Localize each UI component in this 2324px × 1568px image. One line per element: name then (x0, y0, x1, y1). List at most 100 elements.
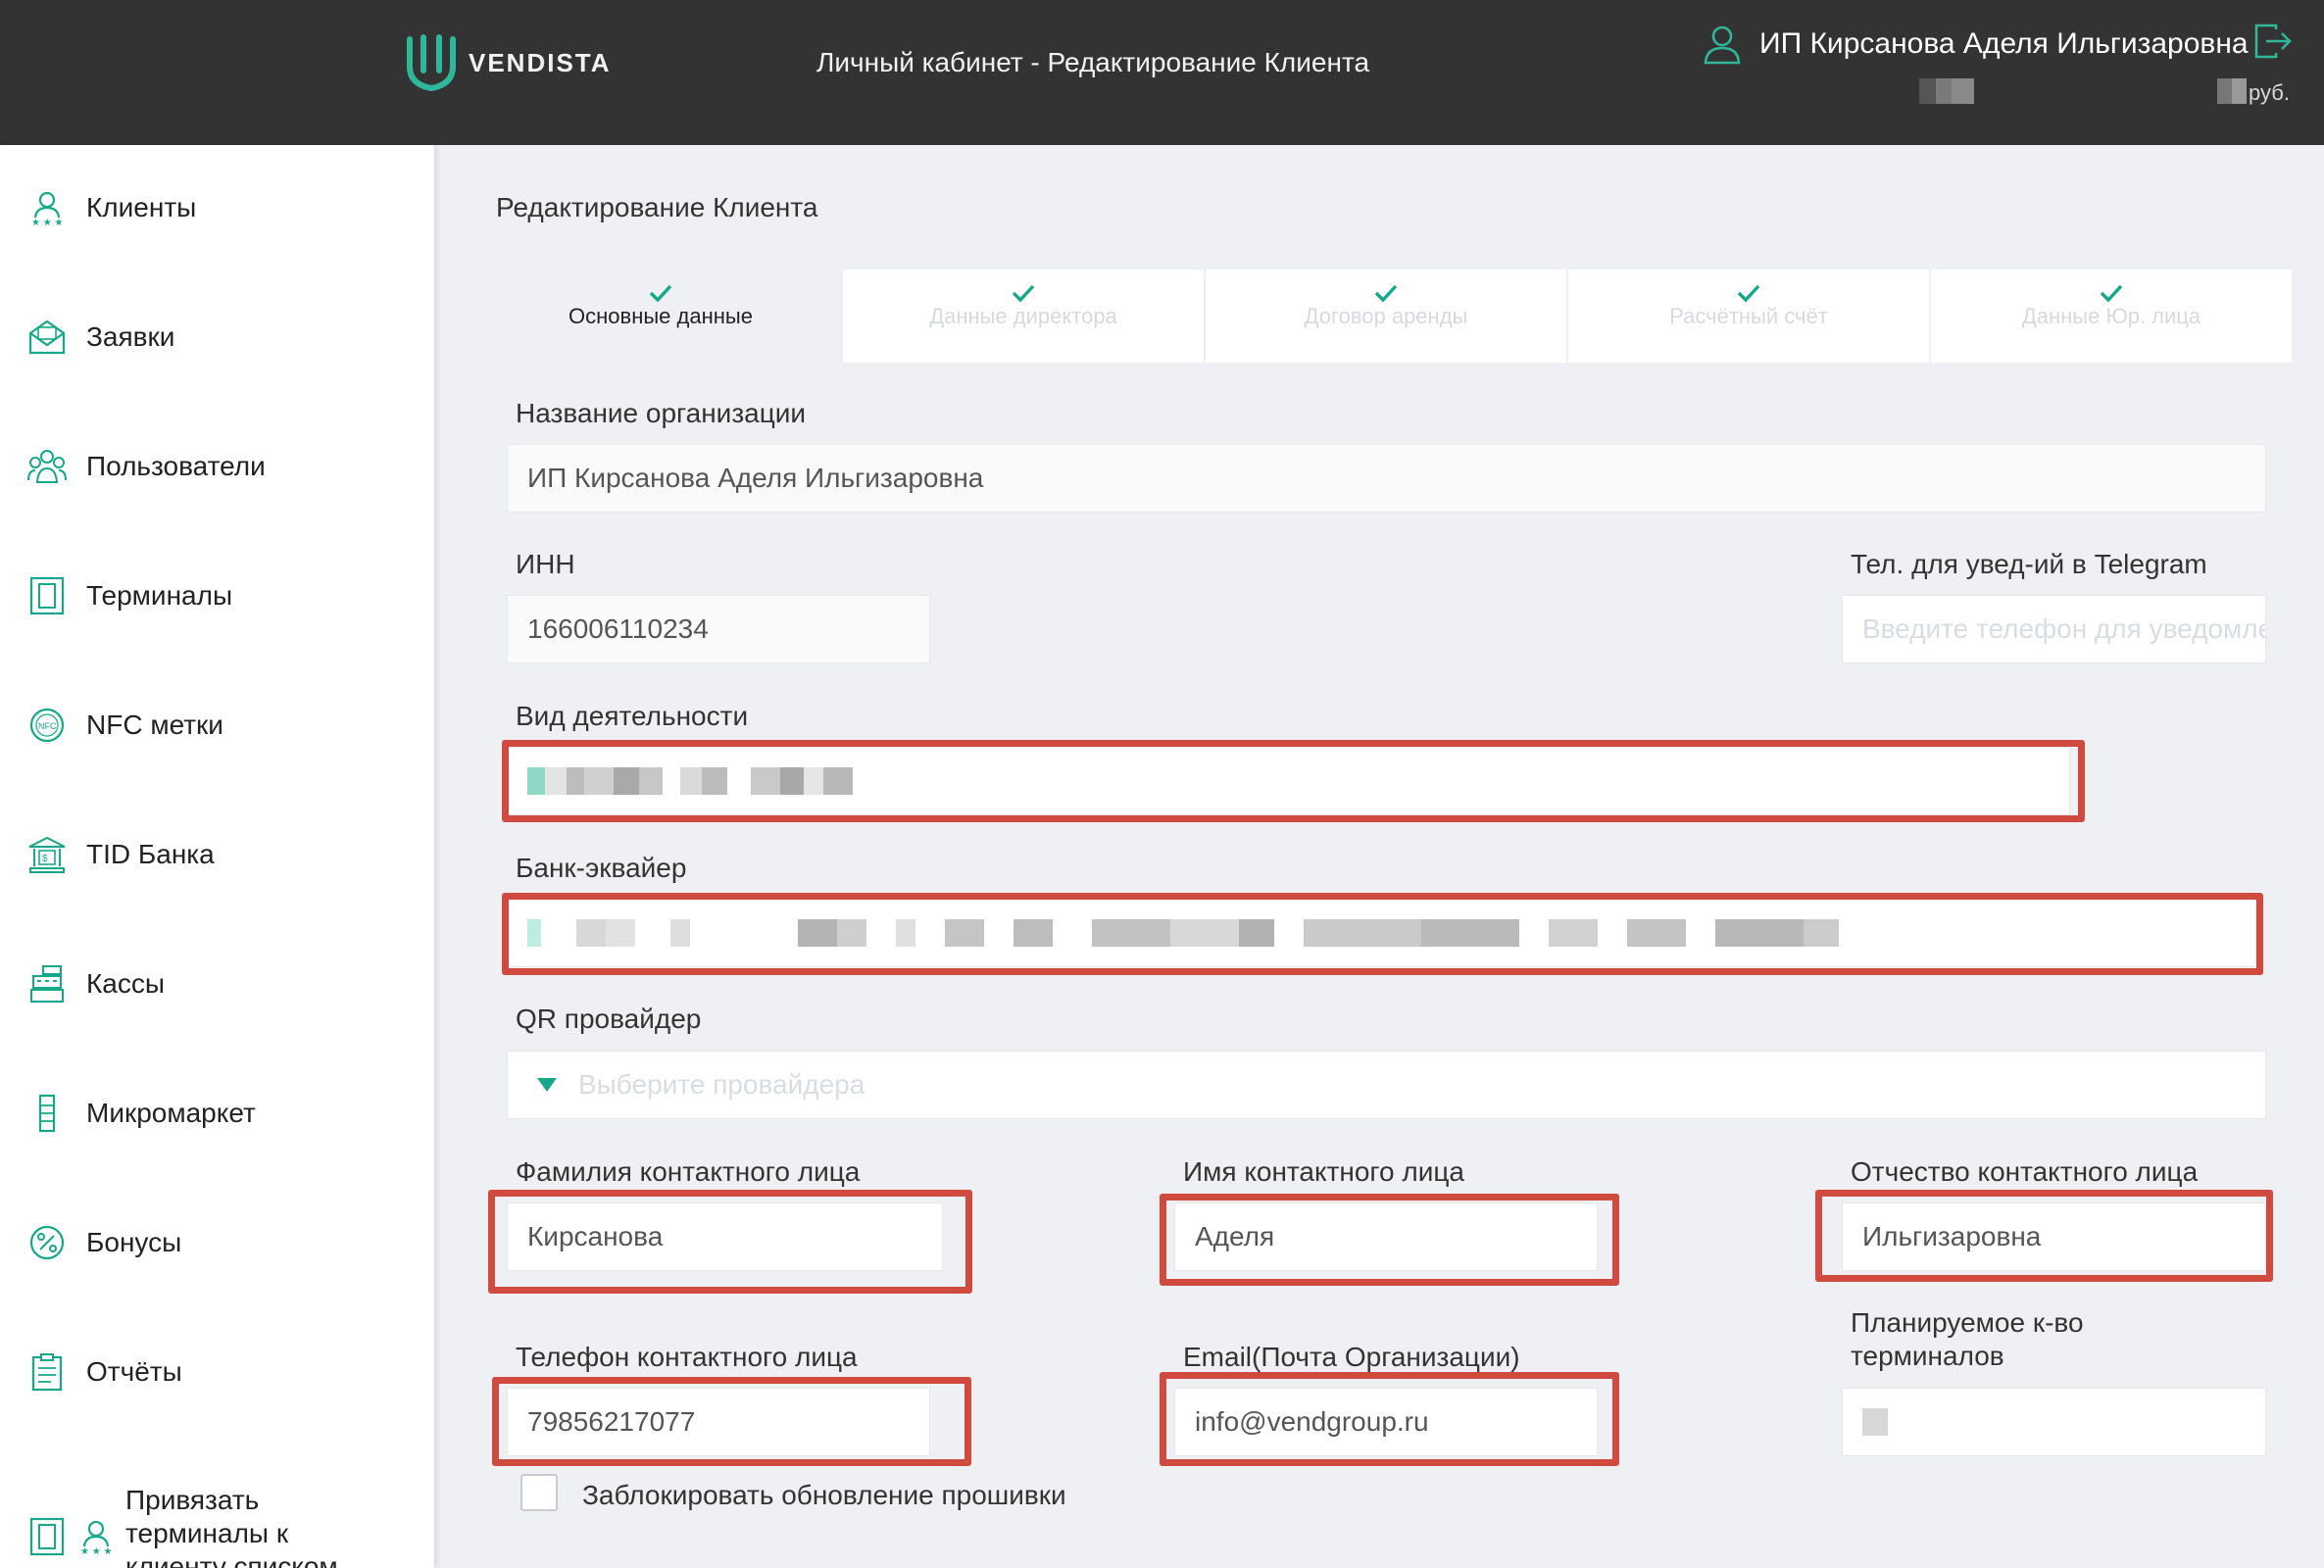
block-firmware-checkbox[interactable] (520, 1474, 558, 1511)
sidebar-item-bonuses[interactable]: Бонусы (27, 1223, 181, 1262)
qr-placeholder: Выберите провайдера (578, 1069, 865, 1100)
last-name-label: Фамилия контактного лица (516, 1156, 861, 1187)
telegram-placeholder: Введите телефон для уведомлений (1862, 613, 2265, 644)
vendista-logo-icon (407, 34, 456, 92)
logout-button[interactable] (2252, 22, 2294, 66)
phone-value: 79856217077 (527, 1406, 696, 1437)
activity-value-blurred (527, 767, 853, 795)
svg-text:NFC: NFC (38, 721, 57, 731)
telegram-field[interactable]: Введите телефон для уведомлений (1842, 595, 2266, 663)
qr-provider-select[interactable]: Выберите провайдера (507, 1051, 2266, 1119)
terminal-icon (27, 1517, 67, 1556)
phone-field[interactable]: 79856217077 (507, 1388, 930, 1456)
bind-terminals-icon: ★ ★ ★ (76, 1517, 116, 1556)
sidebar-item-label: Микромаркет (86, 1098, 256, 1128)
tab-label: Данные директора (929, 304, 1117, 328)
sidebar: ★ ★ ★ Клиенты Заявки Пользователи Термин… (0, 145, 434, 1568)
last-name-field[interactable]: Кирсанова (507, 1202, 943, 1271)
terminal-icon (27, 576, 67, 615)
telegram-label: Тел. для увед-ий в Telegram (1851, 549, 2207, 579)
sidebar-item-micromarket[interactable]: Микромаркет (27, 1094, 256, 1133)
sidebar-item-cash-registers[interactable]: Кассы (27, 964, 165, 1004)
sidebar-item-label: NFC метки (86, 710, 223, 740)
tab-label: Договор аренды (1304, 304, 1468, 328)
sidebar-item-bind-terminals[interactable]: ★ ★ ★ Привязать терминалы к клиенту спис… (27, 1484, 380, 1568)
planned-value-blurred (1862, 1408, 1888, 1436)
org-name-label: Название организации (516, 398, 807, 428)
middle-name-value: Ильгизаровна (1862, 1221, 2042, 1251)
planned-terminals-field[interactable] (1842, 1388, 2266, 1456)
reports-icon (27, 1352, 67, 1392)
balance-currency: руб. (2249, 80, 2290, 105)
org-name-field[interactable]: ИП Кирсанова Аделя Ильгизаровна (507, 444, 2266, 513)
bank-label: Банк-эквайер (516, 853, 687, 883)
sidebar-item-tid-bank[interactable]: $ TID Банка (27, 835, 215, 874)
sidebar-item-reports[interactable]: Отчёты (27, 1352, 182, 1392)
logout-icon (2254, 24, 2292, 59)
tab-settlement-account[interactable]: Расчётный счёт (1568, 270, 1931, 363)
sidebar-item-label: Привязать терминалы к клиенту списком (125, 1485, 338, 1568)
middle-name-label: Отчество контактного лица (1851, 1156, 2199, 1187)
logo-text: VENDISTA (469, 47, 612, 77)
wizard-tabs: Основные данные Данные директора Договор… (480, 270, 2292, 363)
header-title: Личный кабинет - Редактирование Клиента (816, 47, 1370, 77)
email-value: info@vendgroup.ru (1195, 1406, 1429, 1437)
tab-label: Данные Юр. лица (2021, 304, 2201, 328)
nfc-icon: NFC (27, 706, 67, 745)
planned-terminals-label: Планируемое к-во терминалов (1851, 1307, 2084, 1371)
email-label: Email(Почта Организации) (1183, 1342, 1520, 1372)
tab-main-data[interactable]: Основные данные (480, 270, 843, 363)
sidebar-item-label: Заявки (86, 321, 175, 352)
bank-field[interactable] (507, 899, 2256, 967)
svg-text:★ ★ ★: ★ ★ ★ (31, 218, 63, 227)
sidebar-item-label: Пользователи (86, 451, 266, 481)
tab-legal-entity[interactable]: Данные Юр. лица (1931, 270, 2292, 363)
check-icon (2100, 284, 2123, 303)
requests-icon (27, 318, 67, 357)
last-name-value: Кирсанова (527, 1221, 664, 1251)
block-firmware-label: Заблокировать обновление прошивки (582, 1480, 1066, 1510)
bonus-icon (27, 1223, 67, 1262)
bank-icon: $ (27, 835, 67, 874)
sidebar-item-label: Клиенты (86, 192, 197, 222)
sidebar-item-label: Отчёты (86, 1356, 182, 1387)
page-title: Редактирование Клиента (496, 192, 818, 222)
activity-label: Вид деятельности (516, 701, 749, 731)
phone-label: Телефон контактного лица (516, 1342, 858, 1372)
email-field[interactable]: info@vendgroup.ru (1174, 1388, 1598, 1456)
tab-director-data[interactable]: Данные директора (843, 270, 1206, 363)
inn-field[interactable]: 166006110234 (507, 595, 930, 663)
user-icon (1704, 25, 1741, 65)
first-name-value: Аделя (1195, 1221, 1275, 1251)
org-name-value: ИП Кирсанова Аделя Ильгизаровна (527, 463, 984, 493)
sidebar-item-requests[interactable]: Заявки (27, 318, 174, 357)
check-icon (1012, 284, 1035, 303)
clients-icon: ★ ★ ★ (27, 188, 67, 227)
users-icon (27, 447, 67, 486)
tab-label: Основные данные (569, 304, 753, 328)
sidebar-item-users[interactable]: Пользователи (27, 447, 266, 486)
top-header: VENDISTA Личный кабинет - Редактирование… (0, 0, 2324, 145)
dropdown-arrow-icon (537, 1078, 557, 1092)
sidebar-item-label: Терминалы (86, 580, 233, 611)
first-name-field[interactable]: Аделя (1174, 1202, 1598, 1271)
inn-label: ИНН (516, 549, 575, 579)
qr-label: QR провайдер (516, 1004, 702, 1034)
check-icon (1374, 284, 1398, 303)
check-icon (1737, 284, 1760, 303)
user-name: ИП Кирсанова Аделя Ильгизаровна (1759, 27, 2249, 60)
vendista-logo[interactable]: VENDISTA (404, 33, 612, 92)
activity-field[interactable] (507, 747, 2070, 815)
tab-lease-contract[interactable]: Договор аренды (1206, 270, 1568, 363)
cash-register-icon (27, 964, 67, 1004)
svg-text:$: $ (42, 854, 48, 864)
sidebar-item-nfc[interactable]: NFC NFC метки (27, 706, 223, 745)
inn-value: 166006110234 (527, 613, 709, 644)
sidebar-item-label: Бонусы (86, 1227, 182, 1257)
sidebar-item-label: TID Банка (86, 839, 215, 869)
user-profile[interactable]: ИП Кирсанова Аделя Ильгизаровна (1703, 24, 2249, 65)
balance-blurred (1919, 78, 1974, 104)
sidebar-item-clients[interactable]: ★ ★ ★ Клиенты (27, 188, 196, 227)
middle-name-field[interactable]: Ильгизаровна (1842, 1202, 2266, 1271)
sidebar-item-terminals[interactable]: Терминалы (27, 576, 232, 615)
